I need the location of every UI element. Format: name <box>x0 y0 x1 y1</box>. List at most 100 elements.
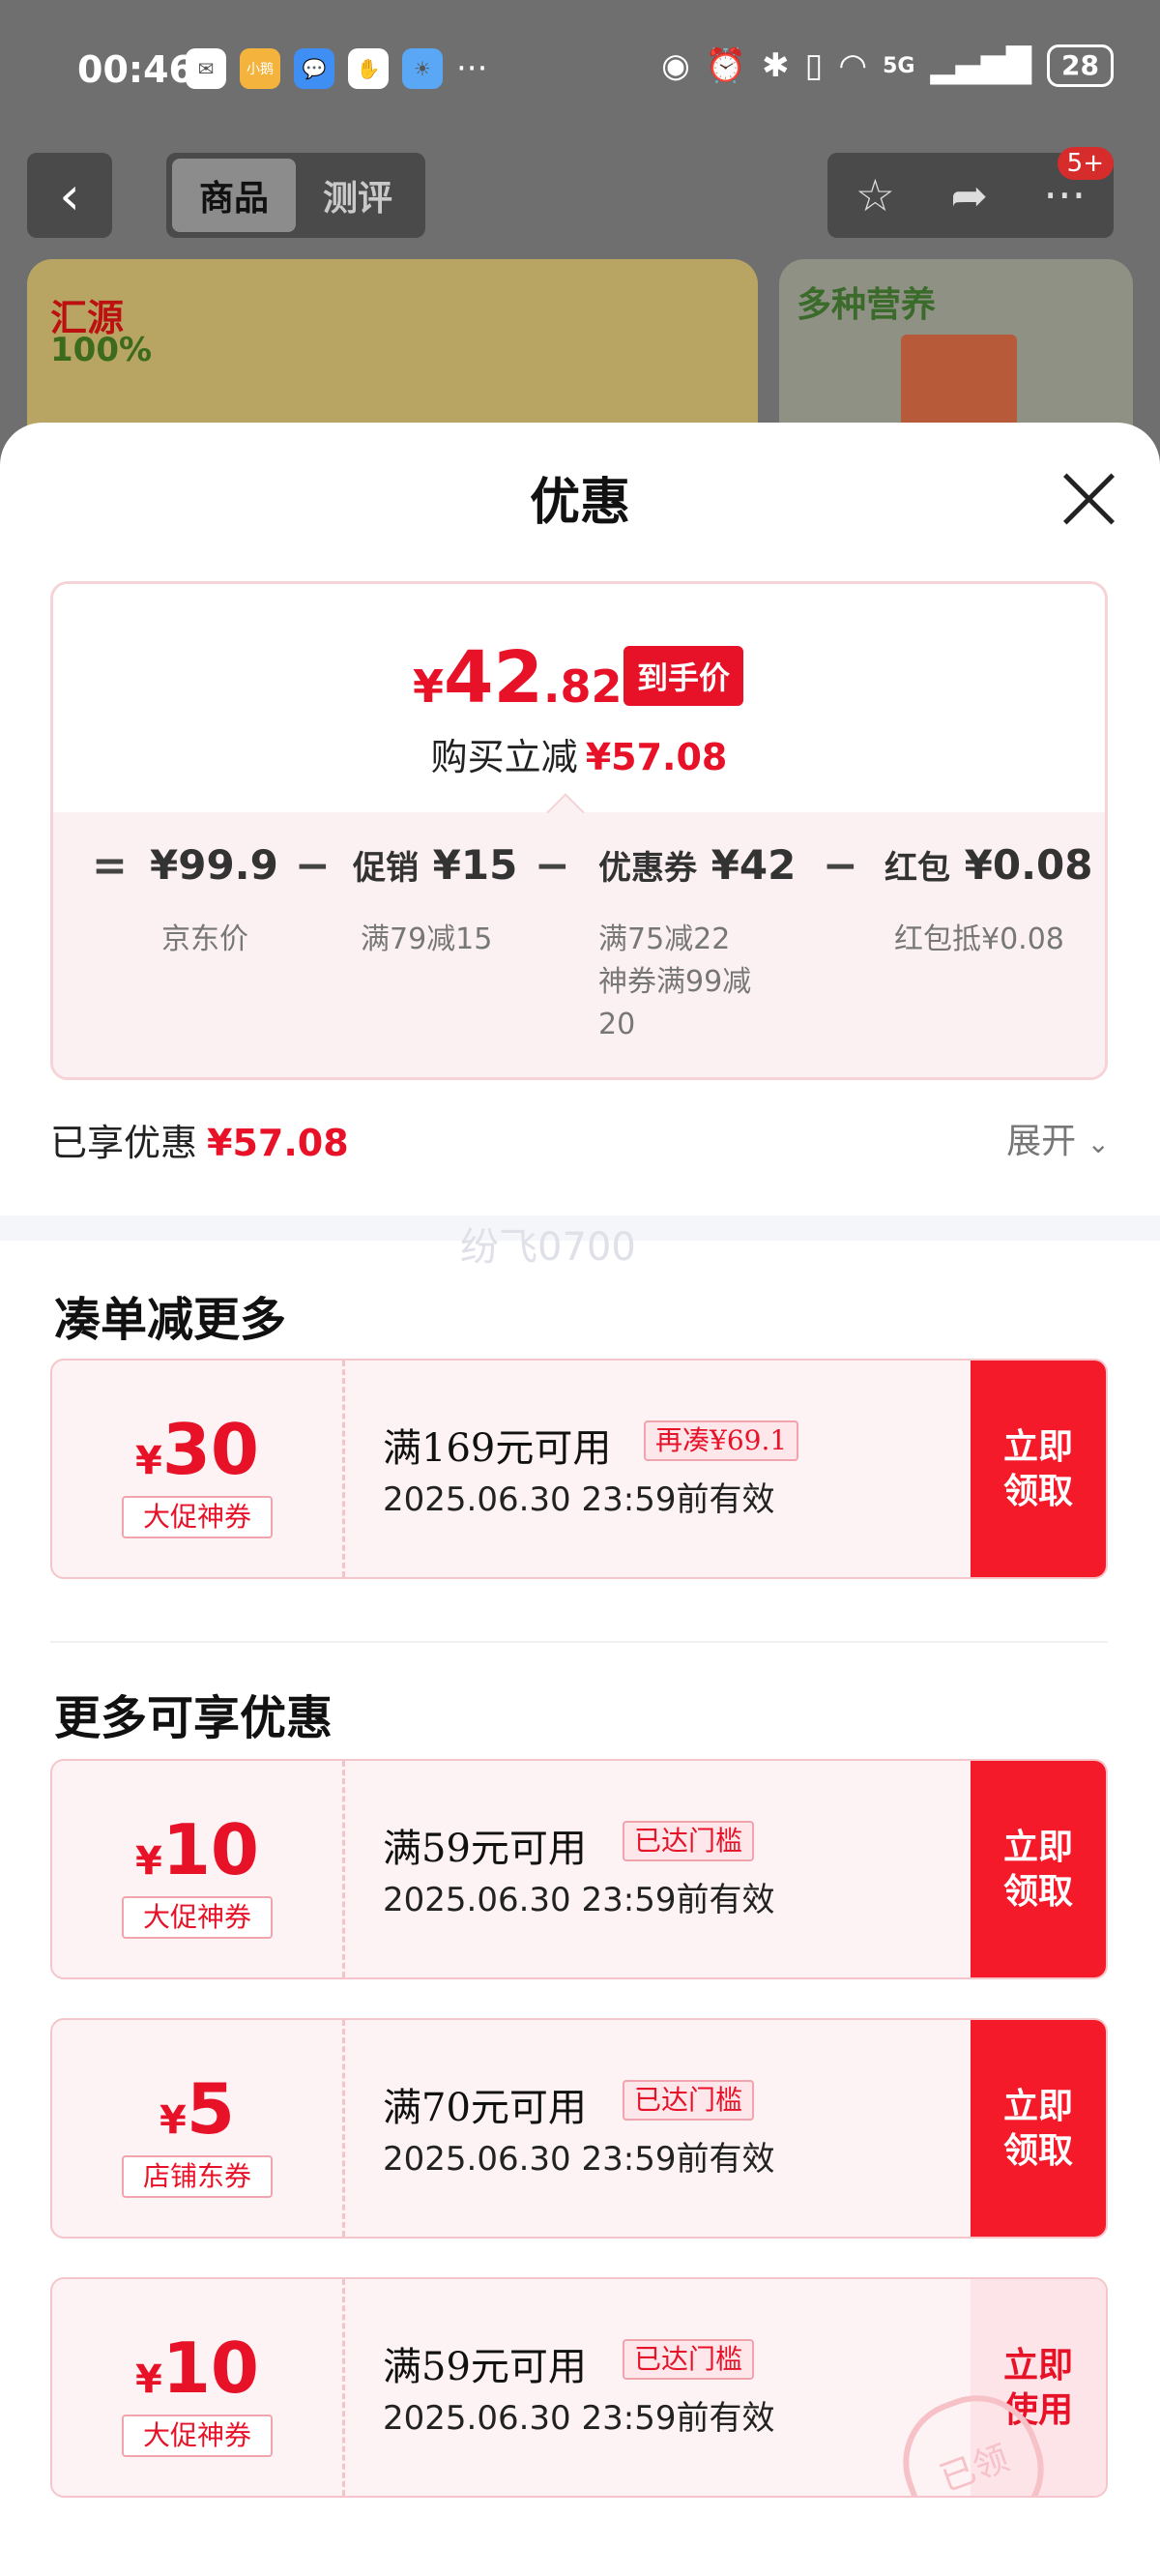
minus-sign: − <box>535 841 570 891</box>
promo-label: 促销 <box>353 849 419 888</box>
star-icon[interactable]: ☆ <box>856 169 895 221</box>
enjoyed-label: 已享优惠 <box>50 1122 198 1164</box>
coupon-valid: 2025.06.30 23:59前有效 <box>383 1480 775 1519</box>
coupon-type: 店铺东券 <box>122 2155 273 2198</box>
redpacket-label: 红包 <box>884 849 950 888</box>
reduce-line: 购买立减 ¥57.08 <box>53 727 1105 780</box>
tab-review[interactable]: 测评 <box>296 159 420 232</box>
coupon-currency: ¥ <box>160 2098 187 2143</box>
coupon-amount-area: ¥5 店铺东券 <box>52 2020 342 2237</box>
claim-button[interactable]: 立即 领取 <box>971 1761 1106 1977</box>
back-button[interactable]: ‹ <box>27 153 112 238</box>
coupon-sub: 满75减22 神券满99减 20 <box>598 919 751 1046</box>
alarm-icon: ⏰ <box>705 46 747 85</box>
battery-indicator: 28 <box>1047 44 1114 87</box>
coupon-card: ¥30 大促神券 满169元可用 再凑¥69.1 2025.06.30 23:5… <box>50 1359 1108 1579</box>
brand-sub: 100% <box>50 331 153 369</box>
final-price: ¥42.82 <box>413 636 623 719</box>
discount-sheet: 优惠 ¥42.82 到手价 购买立减 ¥57.08 = ¥99.9 京东价 − 促… <box>0 423 1160 2576</box>
top-nav: ‹ 商品 测评 ☆ ➦ ··· 5+ <box>0 147 1160 240</box>
nutrition-title: 多种营养 <box>797 285 937 325</box>
equals-sign: = <box>92 841 128 891</box>
coupon-amount-area: ¥30 大促神券 <box>52 1361 342 1577</box>
coupon-condition: 满59元可用 <box>383 1827 587 1871</box>
coupon-amount-area: ¥10 大促神券 <box>52 2279 342 2496</box>
coupon-tag: 已达门槛 <box>623 2339 755 2380</box>
coupon-divider <box>342 2020 345 2237</box>
more-notifications-icon: ··· <box>456 49 488 88</box>
signal-icon: ▂▄▆█ <box>930 46 1032 85</box>
expand-button[interactable]: 展开 ⌄ <box>1006 1113 1110 1163</box>
coupon-amount-value: 10 <box>161 1809 260 1890</box>
coupon-card: ¥5 店铺东券 满70元可用 已达门槛 2025.06.30 23:59前有效 … <box>50 2018 1108 2239</box>
coupon-amount-value: 10 <box>161 2327 260 2409</box>
status-time: 00:46 <box>77 48 194 91</box>
section-title-more-offers: 更多可享优惠 <box>54 1691 334 1745</box>
coupon-condition: 满70元可用 <box>383 2086 587 2130</box>
expand-label: 展开 <box>1006 1122 1077 1161</box>
bluetooth-icon: ✱ <box>762 46 790 85</box>
claim-button[interactable]: 立即 领取 <box>971 2020 1106 2237</box>
coupon-divider <box>342 1361 345 1577</box>
coupon-type: 大促神券 <box>122 2415 273 2457</box>
coupon-currency: ¥ <box>134 1439 162 1483</box>
hand-icon: ✋ <box>348 48 389 89</box>
tab-product[interactable]: 商品 <box>172 159 296 232</box>
wifi-icon: ◠ <box>838 46 868 85</box>
minus-sign: − <box>295 841 331 891</box>
final-price-tag: 到手价 <box>624 646 744 706</box>
coupon-amount-area: ¥10 大促神券 <box>52 1761 342 1977</box>
coupon-amount-value: 5 <box>186 2068 235 2150</box>
tab-bar: 商品 测评 <box>166 153 425 238</box>
sheet-title: 优惠 <box>529 473 630 532</box>
notification-badge: 5+ <box>1057 147 1114 180</box>
enjoyed-value: ¥57.08 <box>207 1122 349 1164</box>
weather-icon: ☀ <box>402 48 443 89</box>
price-decimal: .82 <box>543 660 623 713</box>
eye-icon: ◉ <box>661 46 690 85</box>
coupon-sub-line: 满75减22 <box>598 922 731 956</box>
coupon-amount: ¥5 <box>52 2068 342 2150</box>
price-card: ¥42.82 到手价 购买立减 ¥57.08 = ¥99.9 京东价 − 促销 ¥… <box>50 581 1108 1080</box>
coupon-valid: 2025.06.30 23:59前有效 <box>383 2399 775 2438</box>
coupon-divider <box>342 1761 345 1977</box>
coupon-condition: 满169元可用 <box>383 1426 612 1471</box>
redpacket-value: ¥0.08 <box>964 841 1093 889</box>
chevron-down-icon: ⌄ <box>1087 1127 1110 1159</box>
price-currency: ¥ <box>413 660 445 713</box>
status-app-icons: ✉ 小鹅 💬 ✋ ☀ ··· <box>186 48 487 89</box>
coupon-amount-value: 30 <box>161 1409 260 1490</box>
coupon-sub-line: 神券满99减 <box>598 965 752 999</box>
promo-term: 促销 ¥15 <box>353 841 517 889</box>
action-group: ☆ ➦ ··· 5+ <box>827 147 1114 238</box>
close-icon[interactable] <box>1059 469 1117 527</box>
coupon-value: ¥42 <box>710 841 797 889</box>
coupon-divider <box>342 2279 345 2496</box>
coupon-sub-line: 20 <box>598 1008 636 1041</box>
coupon-tag: 已达门槛 <box>623 2080 755 2121</box>
share-icon[interactable]: ➦ <box>950 169 988 221</box>
coupon-card: ¥10 大促神券 满59元可用 已达门槛 2025.06.30 23:59前有效… <box>50 1759 1108 1979</box>
section-title-more-order: 凑单减更多 <box>54 1293 287 1347</box>
wechat-icon: ✉ <box>186 48 226 89</box>
coupon-amount: ¥10 <box>52 1809 342 1890</box>
jd-price-value: ¥99.9 <box>150 841 278 889</box>
coupon-label: 优惠券 <box>598 849 697 888</box>
promo-value: ¥15 <box>432 841 518 889</box>
coupon-type: 大促神券 <box>122 1896 273 1939</box>
minus-sign: − <box>823 841 858 891</box>
coupon-amount: ¥10 <box>52 2327 342 2409</box>
coupon-type: 大促神券 <box>122 1496 273 1538</box>
coupon-valid: 2025.06.30 23:59前有效 <box>383 1881 775 1919</box>
messages-icon: 💬 <box>294 48 334 89</box>
redpacket-sub: 红包抵¥0.08 <box>894 922 1064 956</box>
watermark: 纷飞0700 <box>460 1225 636 1270</box>
price-breakdown: = ¥99.9 京东价 − 促销 ¥15 满79减15 − 优惠券 ¥42 满7… <box>53 812 1105 1077</box>
divider <box>50 1641 1108 1643</box>
xiaoe-app-icon: 小鹅 <box>240 48 280 89</box>
jd-price-label: 京东价 <box>161 922 248 956</box>
coupon-tag: 已达门槛 <box>623 1821 755 1861</box>
coupon-card: ¥10 大促神券 满59元可用 已达门槛 2025.06.30 23:59前有效… <box>50 2277 1108 2498</box>
claim-button[interactable]: 立即 领取 <box>971 1361 1106 1577</box>
vibrate-icon: ▯ <box>804 46 824 85</box>
